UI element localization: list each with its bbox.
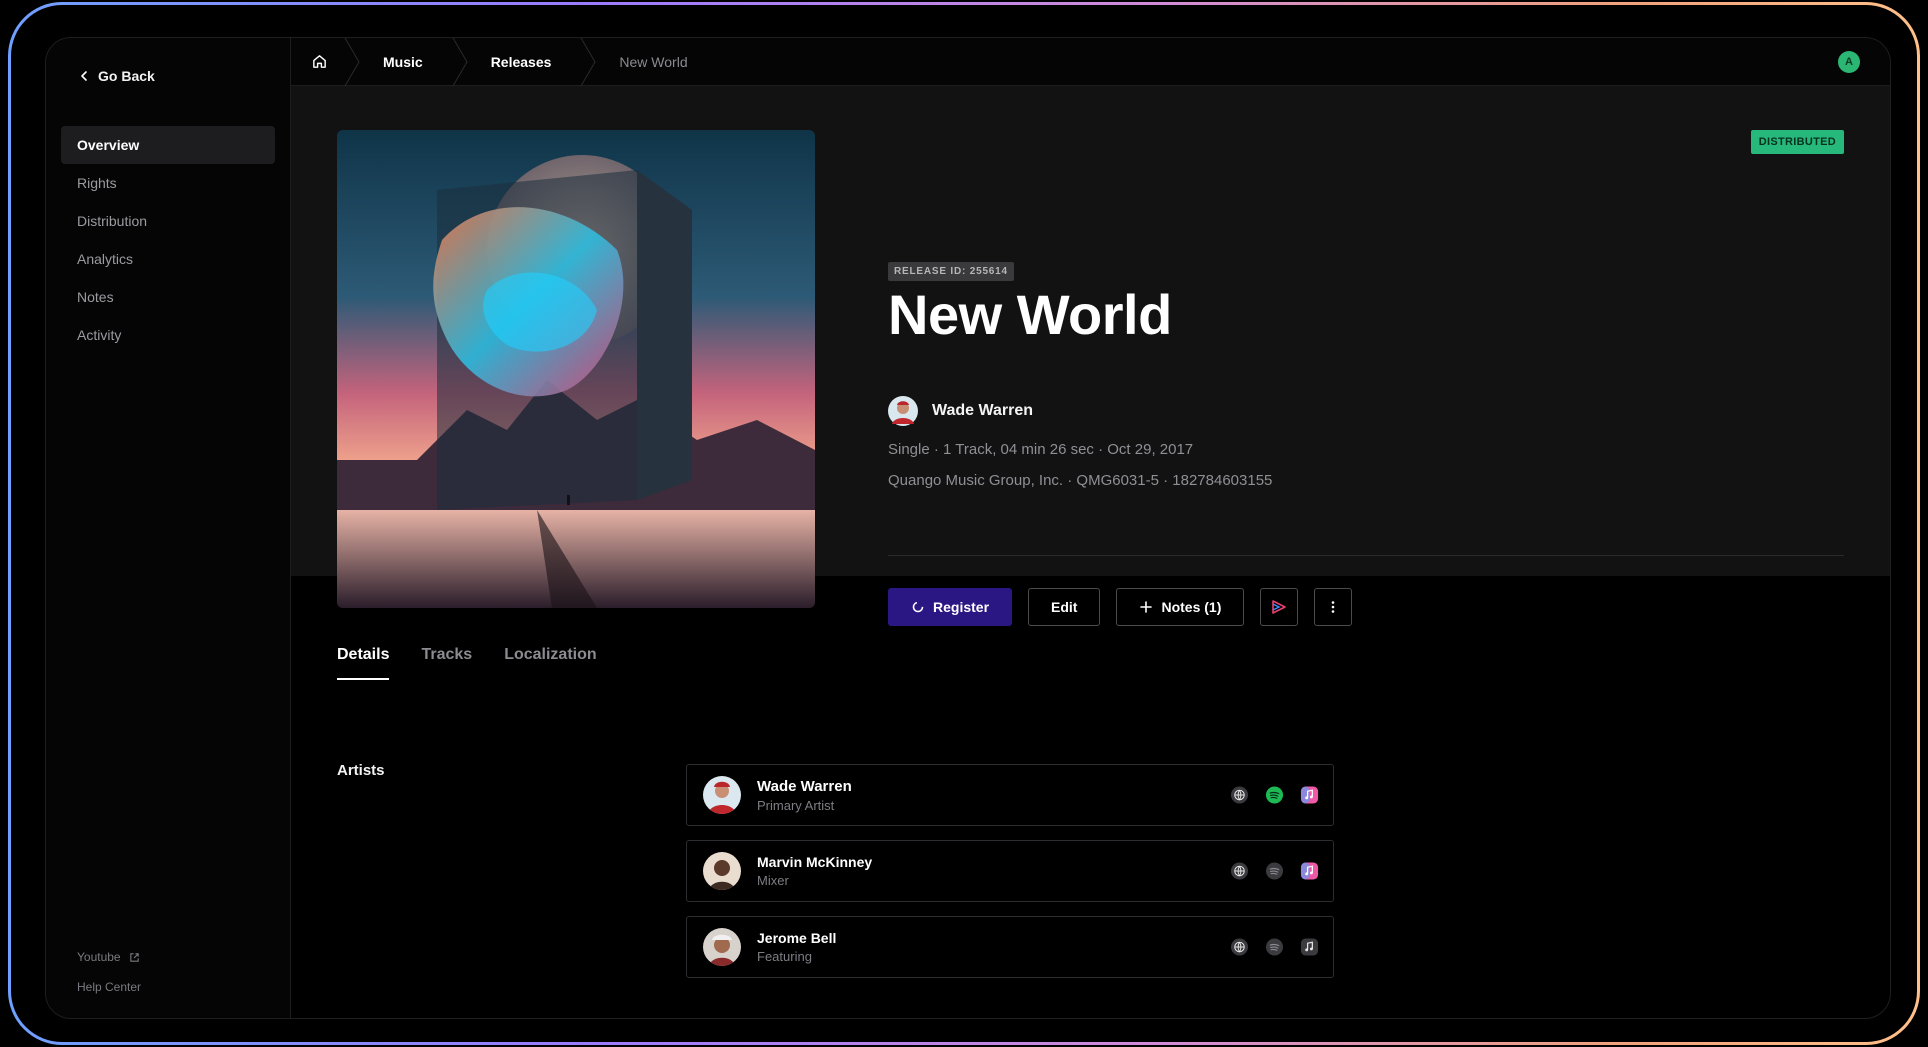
tab-details[interactable]: Details <box>337 646 390 680</box>
artist-role: Primary Artist <box>757 797 835 813</box>
sidebar-nav: Overview Rights Distribution Analytics N… <box>61 126 275 354</box>
register-button[interactable]: Register <box>888 588 1013 626</box>
sidebar-item-notes[interactable]: Notes <box>61 278 275 316</box>
breadcrumb-music[interactable]: Music <box>363 54 451 70</box>
artist-info: Jerome Bell Featuring <box>757 930 836 964</box>
device-inner: Go Back Overview Rights Distribution Ana… <box>11 5 1917 1042</box>
release-id-badge: RELEASE ID: 255614 <box>888 262 1014 281</box>
apple-music-icon[interactable] <box>1300 862 1319 881</box>
topbar: Music Releases New World A <box>291 38 1890 86</box>
artist-platforms <box>1230 938 1319 957</box>
artist-avatar <box>703 776 741 814</box>
go-back-label: Go Back <box>98 68 155 84</box>
artist-avatar <box>888 396 918 426</box>
edit-label: Edit <box>1051 599 1078 615</box>
release-artist-name: Wade Warren <box>932 402 1034 419</box>
breadcrumb-current: New World <box>619 53 688 70</box>
app-screen: Go Back Overview Rights Distribution Ana… <box>45 37 1891 1019</box>
tab-localization[interactable]: Localization <box>504 646 596 680</box>
external-link-icon <box>129 952 139 962</box>
breadcrumb-separator <box>452 38 468 86</box>
artist-avatar <box>703 852 741 890</box>
artist-role: Mixer <box>757 873 789 888</box>
apple-music-icon[interactable] <box>1300 938 1319 957</box>
spotify-icon[interactable] <box>1265 938 1284 957</box>
artist-card[interactable]: Marvin McKinney Mixer <box>686 840 1334 902</box>
add-notes-button[interactable]: Notes (1) <box>1116 588 1245 626</box>
youtube-link-label: Youtube <box>77 950 121 964</box>
artist-info: Marvin McKinney Mixer <box>757 854 872 888</box>
device-frame: Go Back Overview Rights Distribution Ana… <box>8 2 1920 1045</box>
release-actions: Register Edit Notes (1) <box>888 588 1353 626</box>
artist-name: Jerome Bell <box>757 930 837 946</box>
artist-card[interactable]: Jerome Bell Featuring <box>686 916 1334 978</box>
release-hero: DISTRIBUTED RELEASE ID: 255614 New World… <box>291 86 1890 626</box>
home-icon <box>312 55 326 68</box>
breadcrumb-releases[interactable]: Releases <box>471 54 580 70</box>
release-title: New World <box>888 283 1172 346</box>
tab-tracks[interactable]: Tracks <box>421 646 472 680</box>
plus-icon <box>1140 601 1153 613</box>
loading-spinner-icon <box>912 601 924 613</box>
artist-list: Wade Warren Primary Artist Marvin McKinn… <box>686 764 1334 992</box>
artists-section-label: Artists <box>337 762 385 779</box>
release-meta-line-1: Single · 1 Track, 04 min 26 sec · Oct 29… <box>888 441 1194 458</box>
youtube-music-icon <box>1272 600 1287 614</box>
more-vertical-icon <box>1332 601 1335 613</box>
artist-platforms <box>1230 862 1319 881</box>
artist-platforms <box>1230 786 1319 805</box>
sidebar-item-distribution[interactable]: Distribution <box>61 202 275 240</box>
globe-icon[interactable] <box>1230 862 1249 881</box>
more-options-button[interactable] <box>1314 588 1353 626</box>
spotify-icon[interactable] <box>1265 786 1284 805</box>
artist-card[interactable]: Wade Warren Primary Artist <box>686 764 1334 826</box>
hero-divider <box>888 555 1844 556</box>
release-cover-art <box>337 130 815 608</box>
sidebar-item-activity[interactable]: Activity <box>61 316 275 354</box>
notes-label: Notes (1) <box>1161 599 1222 615</box>
breadcrumb-separator <box>344 38 360 86</box>
breadcrumb-separator <box>580 38 596 86</box>
artist-name: Wade Warren <box>757 777 852 795</box>
youtube-link[interactable]: Youtube <box>77 942 141 972</box>
help-center-label: Help Center <box>77 980 142 994</box>
sidebar: Go Back Overview Rights Distribution Ana… <box>46 38 291 1018</box>
breadcrumb-home[interactable] <box>295 38 343 86</box>
sidebar-item-overview[interactable]: Overview <box>61 126 275 164</box>
sidebar-item-rights[interactable]: Rights <box>61 164 275 202</box>
globe-icon[interactable] <box>1230 938 1249 957</box>
artist-avatar <box>703 928 741 966</box>
spotify-icon[interactable] <box>1265 862 1284 881</box>
help-center-link[interactable]: Help Center <box>77 972 141 1002</box>
release-meta-line-2: Quango Music Group, Inc. · QMG6031-5 · 1… <box>888 472 1273 489</box>
register-label: Register <box>933 599 990 615</box>
user-avatar[interactable]: A <box>1838 51 1860 73</box>
artist-name: Marvin McKinney <box>757 854 873 870</box>
breadcrumb: Music Releases New World <box>291 38 716 86</box>
chevron-left-icon <box>81 71 87 81</box>
detail-tabs: Details Tracks Localization <box>337 646 597 680</box>
cover-art-image <box>337 130 815 608</box>
sidebar-footer: Youtube Help Center <box>77 942 141 1002</box>
artist-info: Wade Warren Primary Artist <box>757 778 852 813</box>
edit-button[interactable]: Edit <box>1028 588 1101 626</box>
globe-icon[interactable] <box>1230 786 1249 805</box>
status-badge: DISTRIBUTED <box>1750 130 1844 154</box>
sidebar-item-analytics[interactable]: Analytics <box>61 240 275 278</box>
youtube-music-button[interactable] <box>1260 588 1299 626</box>
release-artist[interactable]: Wade Warren <box>888 396 1033 426</box>
apple-music-icon[interactable] <box>1300 786 1319 805</box>
go-back-button[interactable]: Go Back <box>78 68 155 84</box>
artist-role: Featuring <box>757 949 812 964</box>
